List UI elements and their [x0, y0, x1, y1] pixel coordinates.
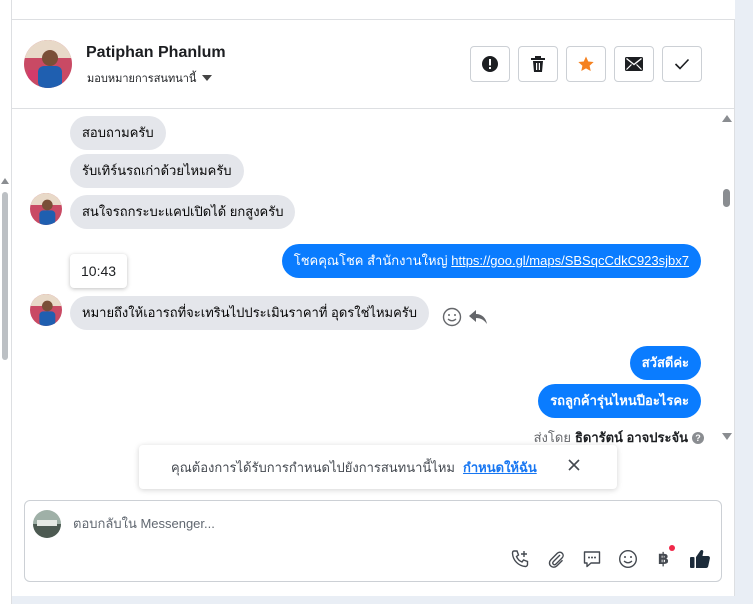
left-scrollbar[interactable] [0, 0, 12, 604]
timestamp-tooltip: 10:43 [70, 254, 128, 288]
chevron-down-icon [202, 75, 213, 81]
smiley-icon [618, 549, 637, 568]
scroll-up-arrow-icon[interactable] [1, 178, 9, 184]
report-button[interactable] [470, 46, 510, 82]
check-icon [674, 58, 690, 70]
call-add-button[interactable] [508, 547, 531, 570]
contact-name: Patiphan Phanlum [86, 44, 226, 61]
call-add-icon [511, 549, 528, 567]
scroll-thumb[interactable] [2, 192, 8, 360]
assign-prompt: คุณต้องการได้รับการกำหนดไปยังการสนทนานี้… [139, 445, 617, 489]
delete-button[interactable] [518, 46, 558, 82]
reply-icon[interactable] [468, 308, 488, 326]
react-smiley-icon[interactable] [442, 307, 462, 327]
paperclip-icon [548, 550, 564, 568]
conversation-header: Patiphan Phanlum มอบหมายการสนทนานี้ [12, 20, 735, 109]
incoming-message[interactable]: หมายถึงให้เอารถที่จะเทรินไปประเมินราคาที… [70, 296, 430, 330]
saved-replies-button[interactable] [580, 547, 603, 570]
scroll-down-arrow-icon[interactable] [722, 433, 732, 440]
outgoing-message[interactable]: โชคคุณโชค สำนักงานใหญ่ https://goo.gl/ma… [281, 244, 701, 278]
message-list[interactable]: สอบถามครับ รับเทิร์นรถเก่าด้วยไหมครับ สน… [12, 109, 735, 501]
contact-avatar-small [30, 294, 62, 326]
alert-circle-icon [482, 56, 498, 72]
conversation-panel: Patiphan Phanlum มอบหมายการสนทนานี้ สอบถ… [12, 0, 735, 596]
outgoing-message[interactable]: สวัสดีค่ะ [629, 346, 701, 380]
baht-icon: ฿ [657, 550, 670, 568]
help-icon[interactable]: ? [692, 431, 704, 444]
composer-tools: ฿ [508, 545, 711, 570]
thumbs-up-icon [689, 549, 710, 568]
close-icon[interactable] [567, 458, 581, 472]
chat-bubble-icon [583, 550, 600, 567]
scroll-up-arrow-icon[interactable] [722, 115, 732, 122]
payment-button[interactable]: ฿ [652, 545, 675, 570]
contact-avatar[interactable] [24, 40, 72, 88]
scroll-thumb[interactable] [723, 189, 730, 207]
star-button[interactable] [566, 46, 606, 82]
incoming-message[interactable]: รับเทิร์นรถเก่าด้วยไหมครับ [70, 154, 244, 188]
message-text: โชคคุณโชค สำนักงานใหญ่ [293, 253, 448, 268]
reply-input[interactable] [73, 511, 673, 535]
emoji-button[interactable] [616, 547, 639, 570]
assign-dropdown[interactable]: มอบหมายการสนทนานี้ [87, 69, 213, 87]
top-divider [12, 0, 735, 20]
assign-label: มอบหมายการสนทนานี้ [87, 73, 197, 85]
contact-avatar-small [30, 193, 62, 225]
reply-composer: ฿ [24, 500, 722, 582]
trash-icon [531, 56, 545, 72]
like-button[interactable] [688, 547, 711, 570]
incoming-message[interactable]: สนใจรถกระบะแคปเปิดได้ ยกสูงครับ [70, 195, 296, 229]
mark-done-button[interactable] [662, 46, 702, 82]
message-tools [442, 307, 488, 327]
envelope-icon [625, 57, 643, 71]
assign-to-me-link[interactable]: กำหนดให้ฉัน [463, 457, 537, 478]
email-button[interactable] [614, 46, 654, 82]
attach-button[interactable] [544, 547, 567, 570]
assign-prompt-text: คุณต้องการได้รับการกำหนดไปยังการสนทนานี้… [171, 459, 455, 475]
notification-dot [669, 545, 675, 551]
message-link[interactable]: https://goo.gl/maps/SBSqcCdkC923sjbx7 [451, 253, 689, 268]
outgoing-message[interactable]: รถลูกค้ารุ่นไหนปีอะไรคะ [538, 384, 701, 418]
star-icon [578, 56, 594, 72]
page-avatar [33, 510, 61, 538]
incoming-message[interactable]: สอบถามครับ [70, 116, 166, 150]
header-actions [470, 46, 702, 82]
